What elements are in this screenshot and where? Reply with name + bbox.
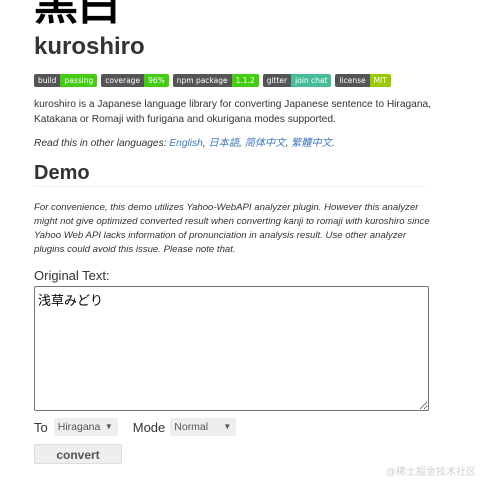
to-label: To xyxy=(34,419,48,435)
license-badge[interactable]: license MIT xyxy=(335,74,391,87)
to-select-value: Hiragana xyxy=(57,421,101,433)
badge-value: passing xyxy=(60,74,98,87)
languages-suffix: . xyxy=(331,138,335,149)
badge-label: build xyxy=(34,74,61,87)
description: kuroshiro is a Japanese language library… xyxy=(34,99,431,125)
options-row: To Hiragana ▼ Mode Normal ▼ xyxy=(34,418,237,436)
demo-note: For convenience, this demo utilizes Yaho… xyxy=(34,202,430,255)
lang-link-english[interactable]: English xyxy=(169,138,202,149)
badge-label: coverage xyxy=(101,74,145,87)
chevron-down-icon: ▼ xyxy=(223,422,232,431)
language-links: Read this in other languages: English, 日… xyxy=(34,138,335,149)
original-text-input[interactable] xyxy=(34,286,429,411)
lang-link-japanese[interactable]: 日本語 xyxy=(208,138,239,149)
demo-heading: Demo xyxy=(34,162,90,184)
badge-value: 96% xyxy=(144,74,169,87)
watermark: @稀土掘金技术社区 xyxy=(386,467,476,478)
convert-button[interactable]: convert xyxy=(34,444,122,464)
page-title: kuroshiro xyxy=(34,33,145,60)
badge-label: license xyxy=(335,74,370,87)
npm-badge[interactable]: npm package 1.1.2 xyxy=(172,74,259,87)
mode-select-value: Normal xyxy=(174,421,209,433)
coverage-badge[interactable]: coverage 96% xyxy=(101,74,169,87)
original-text-label: Original Text: xyxy=(34,268,110,283)
languages-prefix: Read this in other languages: xyxy=(34,138,170,149)
logo-text: 黑白 xyxy=(34,0,121,30)
gitter-badge[interactable]: gitter join chat xyxy=(262,74,332,87)
badge-row: build passing coverage 96% npm package 1… xyxy=(34,74,391,87)
lang-link-traditional-chinese[interactable]: 繁體中文 xyxy=(291,138,332,149)
badge-value: MIT xyxy=(369,74,391,87)
chevron-down-icon: ▼ xyxy=(104,422,113,431)
mode-label: Mode xyxy=(132,419,166,435)
badge-label: gitter xyxy=(262,74,292,87)
logo: 黑白 xyxy=(34,0,121,30)
divider xyxy=(34,186,426,187)
build-badge[interactable]: build passing xyxy=(34,74,98,87)
badge-value: 1.1.2 xyxy=(231,74,259,87)
to-select[interactable]: Hiragana ▼ xyxy=(53,418,118,436)
badge-value: join chat xyxy=(291,74,332,87)
mode-select[interactable]: Normal ▼ xyxy=(170,418,237,436)
lang-link-simplified-chinese[interactable]: 简体中文 xyxy=(245,138,286,149)
badge-label: npm package xyxy=(172,74,232,87)
